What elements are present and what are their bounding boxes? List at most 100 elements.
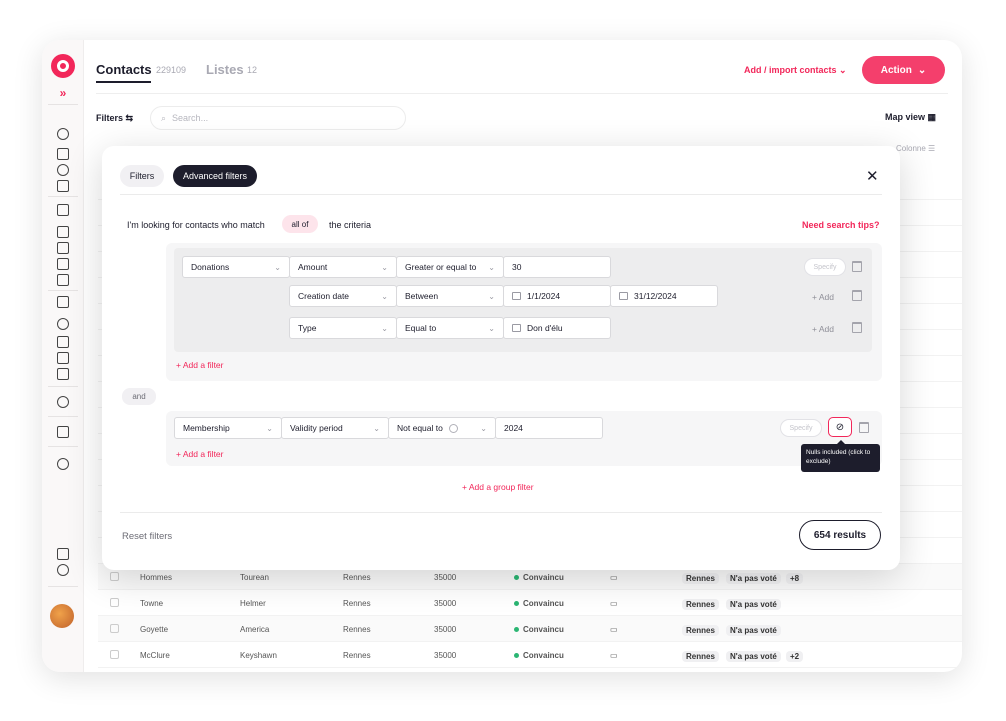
user-icon[interactable] [57, 396, 69, 408]
divider [48, 196, 78, 197]
operator-select[interactable]: Not equal to ⌄ [388, 417, 496, 439]
binoculars-icon[interactable] [57, 128, 69, 140]
action-button[interactable]: Action ⌄ [862, 56, 945, 84]
table-row[interactable]: McClure Keyshawn Rennes 35000 Convaincu … [98, 642, 962, 668]
search-location-icon[interactable] [57, 164, 69, 176]
date-to-input[interactable]: 31/12/2024 [610, 285, 718, 307]
filters-toggle[interactable]: Filters ⇆ [96, 113, 133, 124]
chevron-down-icon: ⌄ [839, 65, 847, 75]
trash-icon[interactable] [852, 322, 862, 333]
add-subfilter-button[interactable]: + Add [812, 324, 834, 334]
and-operator[interactable]: and [122, 388, 156, 405]
value-input[interactable]: 30 [503, 256, 611, 278]
trash-icon[interactable] [852, 290, 862, 301]
avatar[interactable] [50, 604, 74, 628]
field-select[interactable]: Membership ⌄ [174, 417, 282, 439]
row-checkbox[interactable] [110, 624, 119, 633]
search-input[interactable]: ⌕ Search... [150, 106, 406, 130]
cell-vote: N'a pas voté [726, 573, 781, 584]
field-select[interactable]: Donations ⌄ [182, 256, 290, 278]
specify-button[interactable]: Specify [804, 258, 846, 276]
cell-last-name: Hommes [140, 573, 173, 582]
add-filter-button[interactable]: + Add a filter [176, 360, 224, 370]
close-icon[interactable]: ✕ [866, 167, 879, 185]
calendar-icon[interactable]: ▭ [610, 651, 618, 660]
value-select[interactable]: Don d'élu [503, 317, 611, 339]
layout-icon[interactable] [57, 548, 69, 560]
calendar-icon[interactable]: ▭ [610, 599, 618, 608]
specify-button[interactable]: Specify [780, 419, 822, 437]
divider [96, 93, 948, 94]
map-icon[interactable] [57, 148, 69, 160]
flag-icon[interactable] [57, 204, 69, 216]
stats-icon[interactable] [57, 180, 69, 192]
map-icon: ▦ [927, 112, 937, 122]
row-checkbox[interactable] [110, 650, 119, 659]
calendar-icon[interactable]: ▭ [610, 625, 618, 634]
filter-group: Membership ⌄ Validity period ⌄ Not equal t… [166, 411, 882, 466]
subfield-select[interactable]: Type ⌄ [289, 317, 397, 339]
chevron-down-icon: ⌄ [266, 424, 273, 433]
table-row[interactable]: Towne Helmer Rennes 35000 Convaincu ▭ Re… [98, 590, 962, 616]
help-icon[interactable] [57, 564, 69, 576]
eye-off-icon: ⊘ [835, 421, 845, 433]
operator-select[interactable]: Between ⌄ [396, 285, 504, 307]
expand-sidebar-icon[interactable]: » [42, 86, 84, 100]
app-logo[interactable] [51, 54, 75, 78]
row-checkbox[interactable] [110, 598, 119, 607]
calendar-icon[interactable]: ▭ [610, 573, 618, 582]
tab-listes[interactable]: Listes [206, 62, 244, 77]
results-button[interactable]: 654 results [799, 520, 881, 550]
phone-icon[interactable] [57, 258, 69, 270]
divider [48, 386, 78, 387]
reset-filters-button[interactable]: Reset filters [122, 531, 172, 542]
map-view-button[interactable]: Map view ▦ [885, 112, 936, 123]
date-from-input[interactable]: 1/1/2024 [503, 285, 611, 307]
subfield-select[interactable]: Creation date ⌄ [289, 285, 397, 307]
megaphone-icon[interactable] [57, 318, 69, 330]
add-import-contacts-button[interactable]: Add / import contacts ⌄ [744, 65, 847, 76]
tab-contacts[interactable]: Contacts [96, 62, 152, 77]
operator-select[interactable]: Greater or equal to ⌄ [396, 256, 504, 278]
cell-zip: 35000 [434, 599, 457, 608]
row-checkbox[interactable] [110, 572, 119, 581]
link-icon[interactable] [57, 458, 69, 470]
form-icon[interactable] [57, 352, 69, 364]
document-icon[interactable] [57, 226, 69, 238]
download-icon[interactable] [57, 426, 69, 438]
cell-extra: +2 [786, 651, 804, 662]
list-icon[interactable] [57, 336, 69, 348]
cell-extra: +8 [786, 573, 804, 584]
trash-icon[interactable] [852, 261, 862, 272]
table-row[interactable]: Goyette America Rennes 35000 Convaincu ▭… [98, 616, 962, 642]
add-filter-button[interactable]: + Add a filter [176, 449, 224, 459]
notebook-icon[interactable] [57, 368, 69, 380]
cell-commune: Rennes [682, 599, 719, 610]
operator-select[interactable]: Equal to ⌄ [396, 317, 504, 339]
value-input[interactable]: 2024 [495, 417, 603, 439]
cell-zip: 35000 [434, 573, 457, 582]
search-tips-link[interactable]: Need search tips? [802, 220, 880, 230]
cell-zip: 35000 [434, 651, 457, 660]
cell-vote: N'a pas voté [726, 599, 781, 610]
subfield-select[interactable]: Amount ⌄ [289, 256, 397, 278]
subfield-select[interactable]: Validity period ⌄ [281, 417, 389, 439]
divider [48, 104, 78, 105]
tab-filters[interactable]: Filters [120, 165, 164, 187]
divider [48, 416, 78, 417]
tab-advanced-filters[interactable]: Advanced filters [173, 165, 257, 187]
export-icon[interactable] [57, 242, 69, 254]
search-icon: ⌕ [161, 112, 167, 123]
cell-last-name: Goyette [140, 625, 169, 634]
calendar-check-icon[interactable] [57, 274, 69, 286]
chat-icon[interactable] [57, 296, 69, 308]
match-mode-selector[interactable]: all of [282, 215, 318, 233]
column-settings-button[interactable]: Colonne ☰ [896, 144, 935, 153]
cell-city: Rennes [343, 573, 371, 582]
add-subfilter-button[interactable]: + Add [812, 292, 834, 302]
nulls-toggle-button[interactable]: ⊘ [828, 417, 852, 437]
info-icon[interactable] [448, 423, 458, 433]
criteria-suffix: the criteria [329, 220, 372, 230]
add-group-filter-button[interactable]: + Add a group filter [462, 482, 534, 492]
trash-icon[interactable] [859, 422, 869, 433]
